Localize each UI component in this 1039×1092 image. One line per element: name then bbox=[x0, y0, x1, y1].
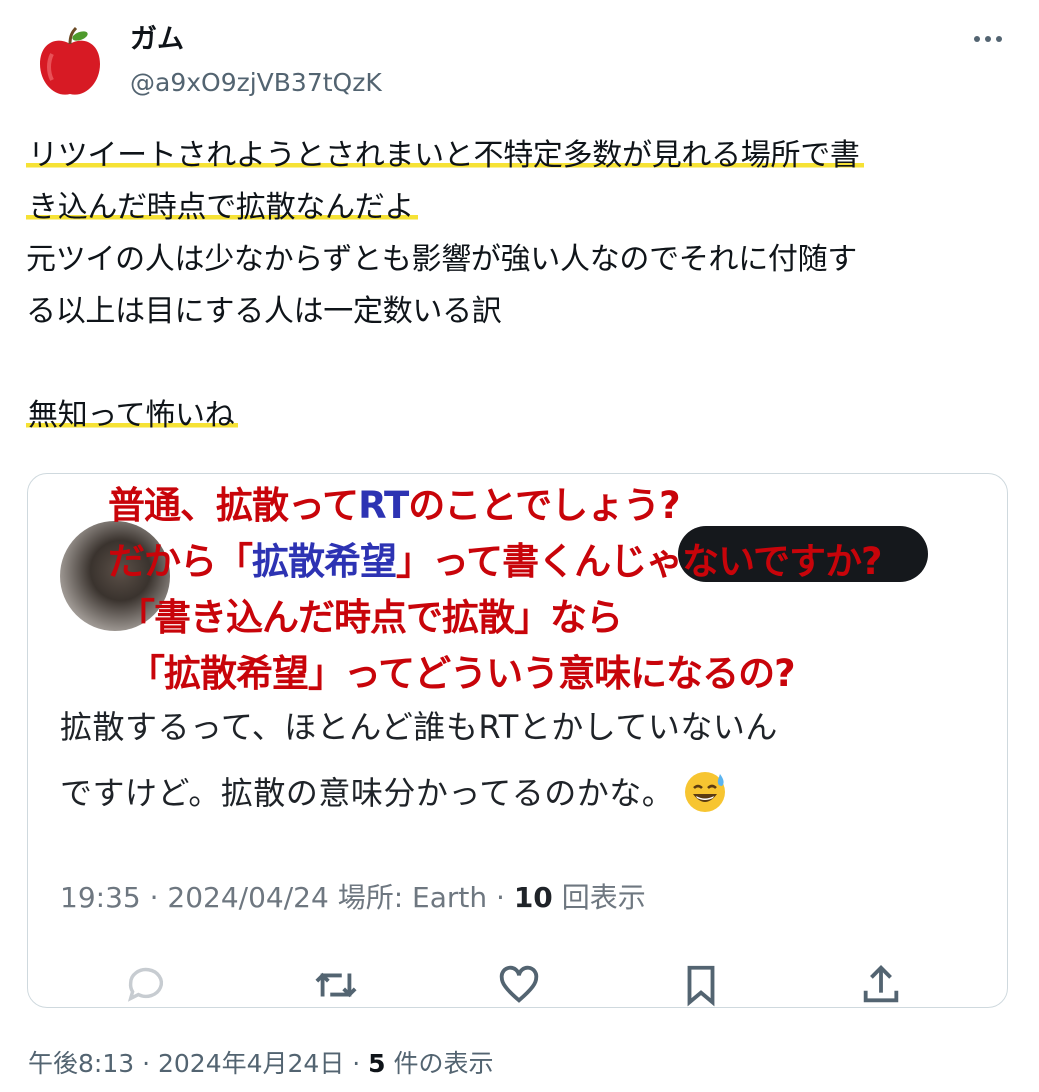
overlay-text: 「書き込んだ時点で拡散」なら bbox=[118, 596, 623, 639]
bookmark-icon bbox=[678, 962, 728, 1007]
tweet-line: 無知って怖いね bbox=[26, 398, 239, 433]
reply-icon bbox=[123, 962, 173, 1007]
quoted-tweet-text: 拡散するって、ほとんど誰もRTとかしていないん ですけど。拡散の意味分かってるの… bbox=[60, 694, 960, 826]
overlay-text: 普通、拡散って bbox=[108, 484, 359, 527]
quoted-line: ですけど。拡散の意味分かってるのかな。 bbox=[60, 774, 675, 812]
more-options-button[interactable] bbox=[966, 24, 1010, 54]
quoted-time: 19:35 bbox=[60, 881, 141, 914]
like-icon bbox=[496, 962, 546, 1007]
retweet-icon bbox=[313, 962, 363, 1007]
quoted-views-label: 回表示 bbox=[561, 881, 646, 914]
more-dot bbox=[985, 36, 991, 42]
handle[interactable]: @a9xO9zjVB37tQzK bbox=[130, 66, 382, 100]
views-label: 件の表示 bbox=[393, 1049, 494, 1078]
overlay-text: 「拡散希望」ってどういう意味になるの? bbox=[128, 652, 796, 695]
more-dot bbox=[996, 36, 1002, 42]
overlay-text: 」って書くんじゃないですか? bbox=[396, 540, 883, 583]
quoted-line: 拡散するって、ほとんど誰もRTとかしていないん bbox=[60, 708, 778, 746]
overlay-text: のことでしょう? bbox=[408, 484, 680, 527]
avatar[interactable] bbox=[30, 22, 110, 102]
views-count: 5 bbox=[368, 1049, 386, 1078]
quoted-actions bbox=[123, 962, 903, 1007]
annotation-overlay: 普通、拡散ってRTのことでしょう? だから「拡散希望」って書くんじゃないですか?… bbox=[108, 478, 1007, 702]
quoted-image[interactable]: 普通、拡散ってRTのことでしょう? だから「拡散希望」って書くんじゃないですか?… bbox=[27, 473, 1008, 1008]
tweet-line: 元ツイの人は少なからずとも影響が強い人なのでそれに付随す bbox=[26, 242, 857, 277]
apple-avatar-icon bbox=[30, 22, 110, 102]
tweet-date[interactable]: 2024年4月24日 bbox=[158, 1049, 344, 1078]
tweet-time[interactable]: 午後8:13 bbox=[28, 1049, 134, 1078]
overlay-text-blue: 拡散希望 bbox=[252, 540, 397, 583]
share-icon bbox=[858, 962, 908, 1007]
tweet-line: リツイートされようとされまいと不特定多数が見れる場所で書 bbox=[26, 138, 864, 173]
more-dot bbox=[974, 36, 980, 42]
quoted-views-count: 10 bbox=[513, 881, 553, 914]
quoted-location: 場所: Earth bbox=[337, 881, 488, 914]
overlay-text: だから「 bbox=[108, 540, 253, 583]
sweat-smile-emoji-icon bbox=[685, 772, 726, 812]
display-name[interactable]: ガム bbox=[130, 22, 184, 58]
overlay-text-blue: RT bbox=[358, 484, 409, 527]
tweet-line: る以上は目にする人は一定数いる訳 bbox=[26, 294, 502, 329]
tweet-line: き込んだ時点で拡散なんだよ bbox=[26, 190, 419, 225]
quoted-date: 2024/04/24 bbox=[167, 881, 329, 914]
quoted-meta: 19:35 · 2024/04/24 場所: Earth · 10 回表示 bbox=[60, 881, 646, 914]
tweet-text: リツイートされようとされまいと不特定多数が見れる場所で書 き込んだ時点で拡散なん… bbox=[26, 130, 1026, 442]
tweet-meta: 午後8:13 · 2024年4月24日 · 5 件の表示 bbox=[28, 1049, 494, 1078]
